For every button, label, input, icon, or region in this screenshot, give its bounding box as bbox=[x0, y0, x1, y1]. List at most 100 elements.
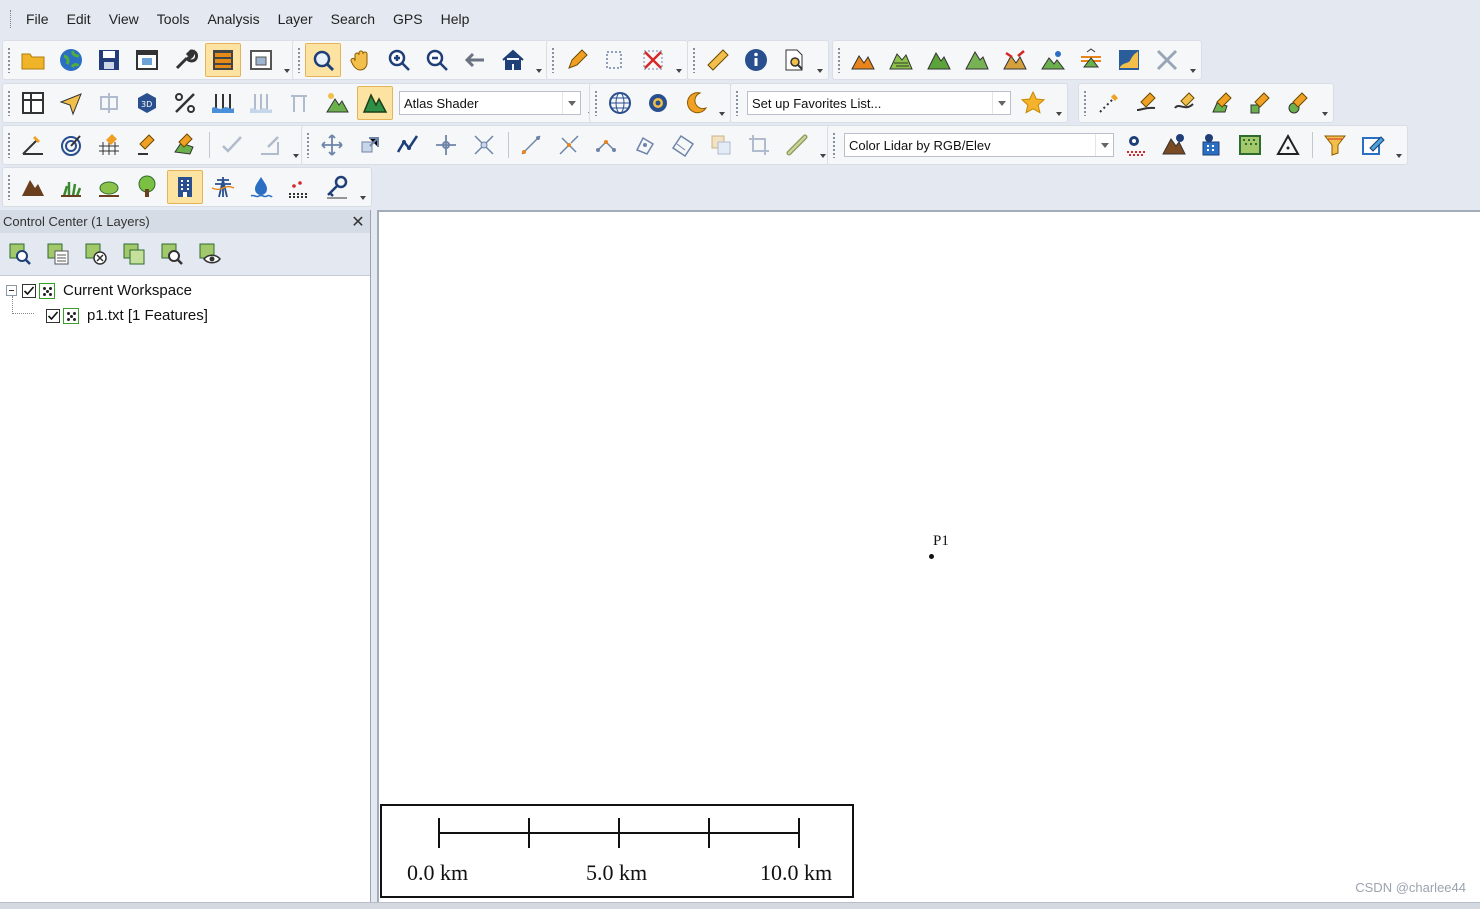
toolbar-grip[interactable] bbox=[297, 47, 301, 73]
hillshade-icon[interactable] bbox=[357, 86, 393, 120]
medium-vegetation-icon[interactable] bbox=[91, 170, 127, 204]
select-rectangle-icon[interactable] bbox=[597, 43, 633, 77]
toolbar-overflow[interactable] bbox=[359, 172, 367, 202]
fill-area-icon[interactable] bbox=[167, 128, 203, 162]
send-arrow-icon[interactable] bbox=[53, 86, 89, 120]
toolbar-overflow[interactable] bbox=[819, 130, 827, 160]
ruler-icon[interactable] bbox=[700, 43, 736, 77]
terrain-profile-icon[interactable] bbox=[997, 43, 1033, 77]
menu-tools[interactable]: Tools bbox=[148, 11, 199, 27]
toggle-visibility-icon[interactable] bbox=[192, 237, 228, 271]
disabled-tower-icon[interactable] bbox=[281, 86, 317, 120]
terrain-slice-icon[interactable] bbox=[1073, 43, 1109, 77]
toolbar-overflow[interactable] bbox=[675, 45, 683, 75]
watershed-icon[interactable] bbox=[921, 43, 957, 77]
layout-icon[interactable] bbox=[15, 86, 51, 120]
low-vegetation-icon[interactable] bbox=[53, 170, 89, 204]
toolbar-grip[interactable] bbox=[594, 90, 598, 116]
close-layer-icon[interactable] bbox=[78, 237, 114, 271]
menu-analysis[interactable]: Analysis bbox=[198, 11, 268, 27]
edit-note-icon[interactable] bbox=[1355, 128, 1391, 162]
search-document-icon[interactable] bbox=[776, 43, 812, 77]
contour-icon[interactable] bbox=[883, 43, 919, 77]
tree-item-layer[interactable]: p1.txt [1 Features] bbox=[6, 303, 370, 328]
pan-hand-icon[interactable] bbox=[343, 43, 379, 77]
info-icon[interactable] bbox=[738, 43, 774, 77]
menu-file[interactable]: File bbox=[17, 11, 58, 27]
open-folder-icon[interactable] bbox=[15, 43, 51, 77]
water-level-icon[interactable] bbox=[205, 86, 241, 120]
disabled-water-icon[interactable] bbox=[243, 86, 279, 120]
ground-class-icon[interactable] bbox=[15, 170, 51, 204]
toolbar-overflow[interactable] bbox=[535, 45, 543, 75]
overview-window-icon[interactable] bbox=[243, 43, 279, 77]
lidar-building-icon[interactable] bbox=[1194, 128, 1230, 162]
search-layer-icon[interactable] bbox=[154, 237, 190, 271]
chevron-down-icon[interactable] bbox=[1095, 134, 1113, 156]
toolbar-grip[interactable] bbox=[551, 47, 555, 73]
toolbar-grip[interactable] bbox=[306, 132, 310, 158]
filter-icon[interactable] bbox=[1317, 128, 1353, 162]
draw-area-icon[interactable] bbox=[1205, 86, 1241, 120]
menu-search[interactable]: Search bbox=[322, 11, 384, 27]
favorites-select[interactable]: Set up Favorites List... bbox=[747, 91, 1011, 115]
sun-mountain-icon[interactable] bbox=[319, 86, 355, 120]
toolbar-grip[interactable] bbox=[692, 47, 696, 73]
attach-icon[interactable] bbox=[779, 128, 815, 162]
raster-image-icon[interactable] bbox=[1111, 43, 1147, 77]
window-icon[interactable] bbox=[129, 43, 165, 77]
rotate-feature-icon[interactable] bbox=[627, 128, 663, 162]
slope-percent-icon[interactable] bbox=[167, 86, 203, 120]
menu-view[interactable]: View bbox=[100, 11, 148, 27]
star-icon[interactable] bbox=[1015, 86, 1051, 120]
map-view[interactable]: P1 0.0 km 5.0 km 10.0 km CSDN @charlee44 bbox=[377, 210, 1480, 902]
home-icon[interactable] bbox=[495, 43, 531, 77]
merge-nodes-icon[interactable] bbox=[589, 128, 625, 162]
draw-curve-icon[interactable] bbox=[1167, 86, 1203, 120]
high-vegetation-icon[interactable] bbox=[129, 170, 165, 204]
toolbar-grip[interactable] bbox=[7, 132, 11, 158]
toolbar-overflow[interactable] bbox=[292, 130, 300, 160]
view-shed-icon[interactable] bbox=[959, 43, 995, 77]
shader-select[interactable]: Atlas Shader bbox=[399, 91, 581, 115]
pen-point-icon[interactable] bbox=[129, 128, 165, 162]
save-icon[interactable] bbox=[91, 43, 127, 77]
pencil-icon[interactable] bbox=[559, 43, 595, 77]
globe-icon[interactable] bbox=[53, 43, 89, 77]
toolbar-overflow[interactable] bbox=[718, 88, 726, 118]
draw-line-icon[interactable] bbox=[1129, 86, 1165, 120]
layer-options-icon[interactable] bbox=[40, 237, 76, 271]
zoom-select-icon[interactable] bbox=[305, 43, 341, 77]
toolbar-overflow[interactable] bbox=[283, 45, 291, 75]
draw-rectangle-icon[interactable] bbox=[1243, 86, 1279, 120]
grid-edit-icon[interactable] bbox=[91, 128, 127, 162]
menu-edit[interactable]: Edit bbox=[58, 11, 100, 27]
layers-panel-icon[interactable] bbox=[205, 43, 241, 77]
draw-points-icon[interactable] bbox=[1091, 86, 1127, 120]
chevron-down-icon[interactable] bbox=[562, 92, 580, 114]
draw-circle-icon[interactable] bbox=[1281, 86, 1317, 120]
toolbar-grip[interactable] bbox=[735, 90, 739, 116]
menu-layer[interactable]: Layer bbox=[269, 11, 322, 27]
disabled-aircraft-icon[interactable] bbox=[1149, 43, 1185, 77]
menu-grip[interactable] bbox=[10, 10, 13, 28]
workspace-checkbox[interactable] bbox=[22, 283, 36, 298]
layer-checkbox[interactable] bbox=[46, 308, 60, 323]
3d-view-icon[interactable]: 3D bbox=[129, 86, 165, 120]
terrain-shade-icon[interactable] bbox=[845, 43, 881, 77]
toolbar-overflow[interactable] bbox=[816, 45, 824, 75]
toolbar-overflow[interactable] bbox=[1055, 88, 1063, 118]
toolbar-overflow[interactable] bbox=[1395, 130, 1403, 160]
moon-icon[interactable] bbox=[678, 86, 714, 120]
move-vertex-icon[interactable] bbox=[428, 128, 464, 162]
toolbar-grip[interactable] bbox=[7, 174, 11, 200]
power-line-icon[interactable] bbox=[205, 170, 241, 204]
lidar-color-select[interactable]: Color Lidar by RGB/Elev bbox=[844, 133, 1114, 157]
map-point-feature[interactable] bbox=[929, 554, 934, 559]
copy-layer-icon[interactable] bbox=[116, 237, 152, 271]
wireframe-globe-icon[interactable] bbox=[602, 86, 638, 120]
toolbar-overflow[interactable] bbox=[1321, 88, 1329, 118]
key-point-icon[interactable] bbox=[319, 170, 355, 204]
terrain-pin-icon[interactable] bbox=[1035, 43, 1071, 77]
disabled-copy-icon[interactable] bbox=[703, 128, 739, 162]
